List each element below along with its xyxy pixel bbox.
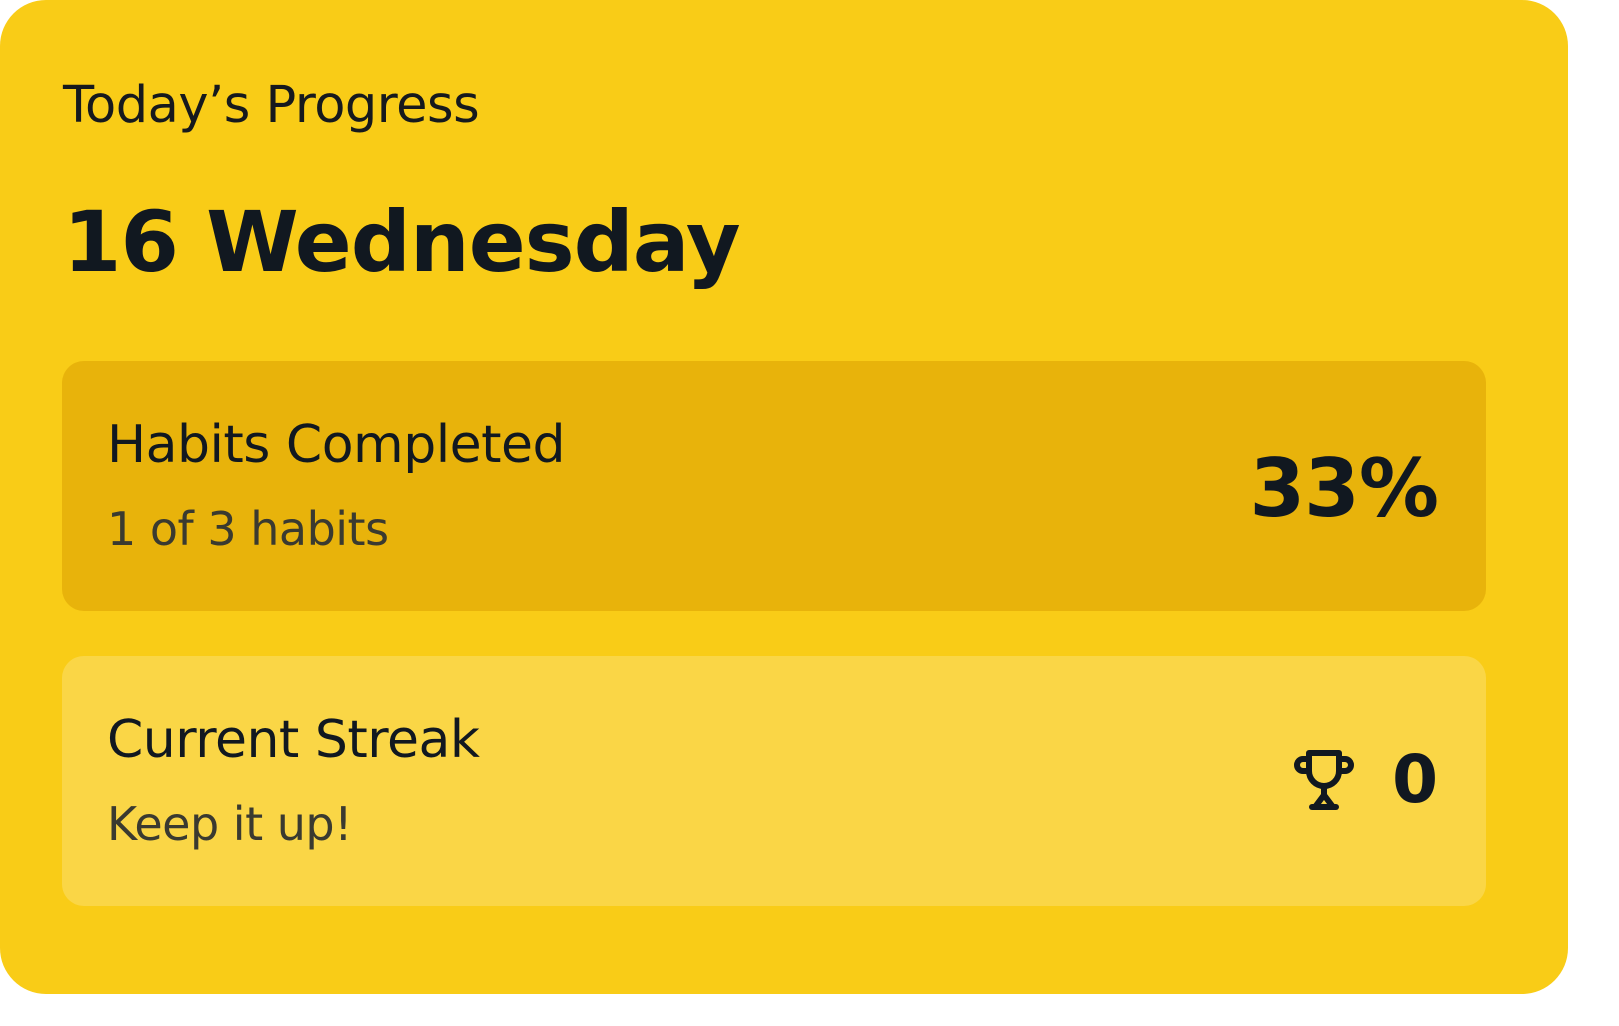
card-eyebrow: Today’s Progress <box>63 76 480 135</box>
trophy-icon <box>1294 750 1355 810</box>
current-streak-title: Current Streak <box>107 710 480 770</box>
current-streak-subtitle: Keep it up! <box>107 797 353 851</box>
habits-completed-panel: Habits Completed 1 of 3 habits 33% <box>62 361 1486 611</box>
todays-progress-card: Today’s Progress 16 Wednesday Habits Com… <box>0 0 1568 994</box>
streak-value: 0 <box>1288 744 1438 816</box>
streak-count: 0 <box>1392 741 1438 818</box>
habits-completed-percent: 33% <box>1249 442 1439 535</box>
habits-completed-count: 1 of 3 habits <box>107 502 389 556</box>
date-heading: 16 Wednesday <box>63 193 741 291</box>
habits-completed-title: Habits Completed <box>107 415 566 475</box>
current-streak-panel: Current Streak Keep it up! 0 <box>62 656 1486 906</box>
